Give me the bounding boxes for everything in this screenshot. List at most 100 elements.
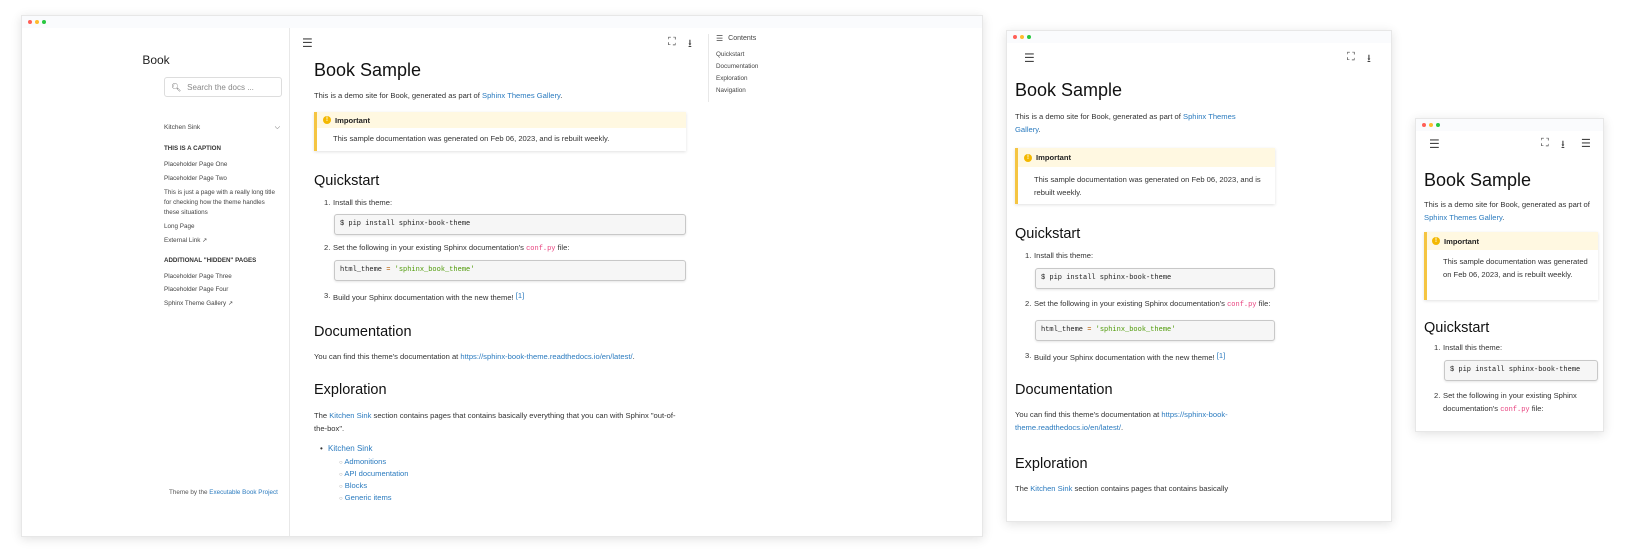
sidebar-item-external-link[interactable]: External Link ↗ [164, 237, 207, 244]
exclamation-icon: ! [323, 116, 331, 124]
sidebar-dropdown[interactable]: Kitchen Sink ⌵ [164, 124, 280, 132]
toc-item-navigation[interactable]: Navigation [716, 87, 758, 94]
search-box[interactable]: 🔍︎ Search the docs ... [164, 77, 282, 97]
doc-link[interactable]: https://sphinx-book- [1161, 410, 1227, 419]
toc-item-documentation[interactable]: Documentation [716, 63, 758, 70]
exploration-paragraph: The Kitchen Sink section contains pages … [314, 409, 676, 435]
sub-item-api: ○ API documentation [314, 469, 686, 478]
list-icon[interactable]: ☰ [1581, 137, 1591, 150]
hamburger-icon[interactable]: ☰ [1429, 137, 1440, 151]
download-icon[interactable]: ⭳ [688, 35, 692, 54]
external-link-label: External Link [164, 237, 201, 244]
hamburger-icon[interactable]: ☰ [1024, 51, 1035, 65]
maximize-dot[interactable] [1027, 35, 1031, 39]
sidebar-item-long-page[interactable]: Long Page [164, 223, 194, 230]
blocks-link[interactable]: Blocks [345, 481, 367, 490]
code-eq: = [1083, 326, 1096, 334]
sidebar-item-theme-gallery[interactable]: Sphinx Theme Gallery ↗ [164, 300, 233, 307]
fullscreen-icon[interactable]: ⛶ [1541, 137, 1549, 150]
doc-link-cont[interactable]: theme.readthedocs.io/en/latest/ [1015, 423, 1121, 432]
sidebar-item-placeholder-two[interactable]: Placeholder Page Two [164, 175, 227, 182]
footnote-ref[interactable]: [1] [1217, 351, 1225, 360]
fullscreen-icon[interactable]: ⛶ [1347, 51, 1355, 64]
api-link[interactable]: API documentation [344, 469, 408, 478]
sidebar-item-placeholder-one[interactable]: Placeholder Page One [164, 161, 227, 168]
maximize-dot[interactable] [1436, 123, 1440, 127]
sidebar-item-placeholder-three[interactable]: Placeholder Page Three [164, 273, 232, 280]
expl-text: The [314, 411, 330, 420]
code-var: html_theme [340, 266, 383, 274]
download-icon[interactable]: ⭳ [1561, 136, 1565, 155]
intro-text: This is a demo site for Book, generated … [1015, 112, 1183, 121]
intro-link-cont[interactable]: Gallery [1015, 125, 1039, 134]
chevron-down-icon[interactable]: ⌵ [275, 124, 280, 132]
install-code-block[interactable]: $ pip install sphinx-book-theme [334, 214, 686, 235]
doc-suffix: . [1120, 423, 1124, 432]
quickstart-heading: Quickstart [1015, 226, 1081, 242]
admonition-title-text: Important [335, 115, 371, 125]
sidebar-item-long-title[interactable]: This is just a page with a really long t… [164, 188, 279, 218]
intro-suffix: . [1038, 125, 1041, 134]
step-3-text: Build your Sphinx documentation with the… [333, 293, 516, 302]
close-dot[interactable] [1013, 35, 1017, 39]
admonitions-link[interactable]: Admonitions [344, 457, 386, 466]
page-title: Book Sample [1424, 170, 1532, 190]
minimize-dot[interactable] [1429, 123, 1433, 127]
kitchen-sink-link[interactable]: Kitchen Sink [1030, 484, 1072, 493]
doc-link[interactable]: https://sphinx-book-theme.readthedocs.io… [460, 352, 632, 361]
code-val: 'sphinx_book_theme' [394, 266, 475, 274]
install-code-block[interactable]: $ pip install sphinx-book-theme [1035, 268, 1275, 289]
step-1-number: 1. [1434, 343, 1441, 352]
config-code-block[interactable]: html_theme = 'sphinx_book_theme' [1035, 320, 1275, 341]
search-input[interactable]: Search the docs ... [187, 83, 254, 92]
kitchen-sink-nav-link[interactable]: Kitchen Sink [328, 444, 372, 453]
expl-text: The [1015, 484, 1031, 493]
documentation-heading: Documentation [314, 324, 412, 340]
minimize-dot[interactable] [35, 20, 39, 24]
download-icon[interactable]: ⭳ [1367, 50, 1371, 69]
site-title[interactable]: Book [22, 53, 356, 67]
footnote-ref[interactable]: [1] [516, 291, 524, 300]
intro-suffix: . [560, 91, 563, 100]
external-link-icon: ↗ [227, 301, 233, 307]
close-dot[interactable] [1422, 123, 1426, 127]
conf-py-inline: conf.py [1500, 406, 1530, 414]
page-title: Book Sample [1015, 80, 1123, 100]
circle-bullet: ○ [339, 472, 343, 478]
sidebar-item-placeholder-four[interactable]: Placeholder Page Four [164, 286, 228, 293]
toc-item-quickstart[interactable]: Quickstart [716, 51, 758, 58]
doc-text: You can find this theme's documentation … [314, 352, 461, 361]
code-var: html_theme [1041, 326, 1084, 334]
config-code-block[interactable]: html_theme = 'sphinx_book_theme' [334, 260, 686, 281]
admonition-title-text: Important [1036, 153, 1072, 162]
intro-link[interactable]: Sphinx Themes [1183, 112, 1236, 121]
sub-item-generic: ○ Generic items [314, 493, 686, 502]
footer-link[interactable]: Executable Book Project [209, 489, 278, 496]
admonition-title: ! Important [1018, 148, 1275, 167]
install-command: $ pip install sphinx-book-theme [340, 220, 471, 228]
toc-header: ☰ Contents [716, 34, 758, 43]
intro-link[interactable]: Sphinx Themes Gallery [1424, 213, 1502, 222]
toc-item-exploration[interactable]: Exploration [716, 75, 758, 82]
circle-bullet: ○ [339, 496, 343, 502]
close-dot[interactable] [28, 20, 32, 24]
important-admonition: ! Important This sample documentation wa… [1424, 232, 1598, 300]
quickstart-heading: Quickstart [1424, 320, 1490, 336]
tablet-window: ☰ ⛶ ⭳ Book Sample This is a demo site fo… [1006, 30, 1392, 522]
install-code-block[interactable]: $ pip install sphinx-book-theme [1444, 360, 1598, 381]
hamburger-icon[interactable]: ☰ [302, 36, 313, 50]
step-2: 2. Set the following in your existing Sp… [1015, 297, 1275, 312]
gallery-label: Sphinx Theme Gallery [164, 300, 227, 307]
step-3-number: 3. [324, 291, 331, 300]
step-2-text: Set the following in your existing Sphin… [1034, 299, 1228, 308]
admonition-text: This sample documentation was generated … [333, 134, 610, 143]
intro-link[interactable]: Sphinx Themes Gallery [482, 91, 560, 100]
step-2-suffix: file: [555, 243, 570, 252]
bullet-kitchen-sink: • Kitchen Sink [314, 444, 686, 453]
generic-items-link[interactable]: Generic items [345, 493, 392, 502]
kitchen-sink-link[interactable]: Kitchen Sink [329, 411, 371, 420]
fullscreen-icon[interactable]: ⛶ [668, 36, 676, 49]
minimize-dot[interactable] [1020, 35, 1024, 39]
maximize-dot[interactable] [42, 20, 46, 24]
exclamation-icon: ! [1024, 153, 1032, 162]
